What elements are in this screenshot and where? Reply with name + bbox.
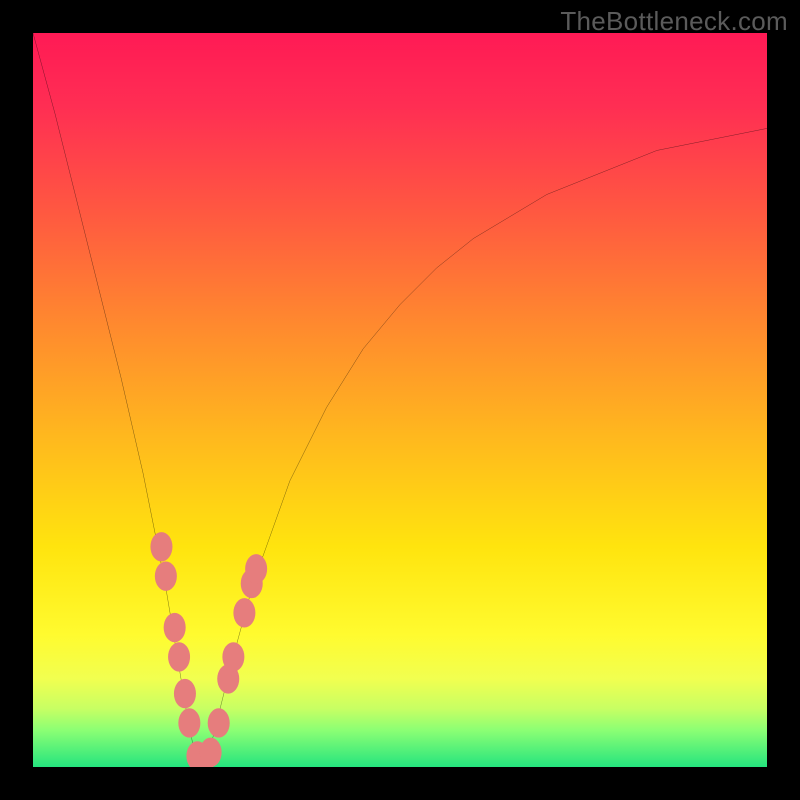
- curve-bead: [208, 708, 230, 737]
- curve-bead: [200, 738, 222, 767]
- curve-bead: [164, 613, 186, 642]
- curve-bead: [150, 532, 172, 561]
- watermark-text: TheBottleneck.com: [560, 6, 788, 37]
- bottleneck-curve-svg: [33, 33, 767, 767]
- curve-bead: [178, 708, 200, 737]
- black-frame: TheBottleneck.com: [0, 0, 800, 800]
- curve-bead: [155, 561, 177, 590]
- curve-beads: [150, 532, 267, 767]
- curve-bead: [245, 554, 267, 583]
- curve-bead: [222, 642, 244, 671]
- curve-bead: [233, 598, 255, 627]
- bottleneck-curve: [33, 33, 767, 767]
- plot-area: [33, 33, 767, 767]
- curve-bead: [174, 679, 196, 708]
- curve-bead: [168, 642, 190, 671]
